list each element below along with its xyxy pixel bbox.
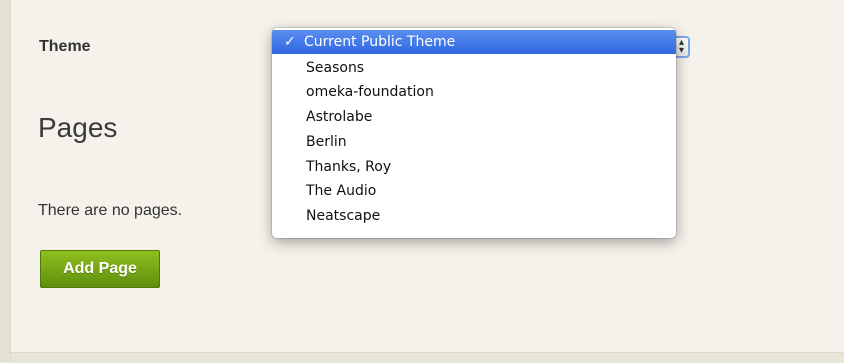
theme-option-astrolabe[interactable]: Astrolabe — [272, 105, 676, 129]
checkmark-icon: ✓ — [284, 34, 296, 50]
theme-dropdown-menu: ✓ Current Public Theme Seasons omeka-foun… — [272, 28, 676, 238]
empty-pages-message: There are no pages. — [38, 202, 183, 219]
theme-option-the-audio[interactable]: The Audio — [272, 179, 676, 203]
theme-option-berlin[interactable]: Berlin — [272, 130, 676, 154]
left-border-strip — [0, 0, 11, 362]
theme-option-neatscape[interactable]: Neatscape — [272, 204, 676, 228]
theme-option-seasons[interactable]: Seasons — [272, 56, 676, 80]
select-arrows-icon: ▴ ▾ — [678, 37, 684, 56]
theme-option-omeka-foundation[interactable]: omeka-foundation — [272, 80, 676, 104]
panel-bottom-edge — [11, 352, 844, 363]
theme-label: Theme — [39, 38, 91, 55]
theme-option-thanks-roy[interactable]: Thanks, Roy — [272, 155, 676, 179]
option-label: Current Public Theme — [304, 34, 456, 50]
pages-heading: Pages — [38, 112, 118, 143]
theme-option-current-public-theme[interactable]: ✓ Current Public Theme — [272, 30, 676, 54]
add-page-button[interactable]: Add Page — [40, 250, 160, 288]
